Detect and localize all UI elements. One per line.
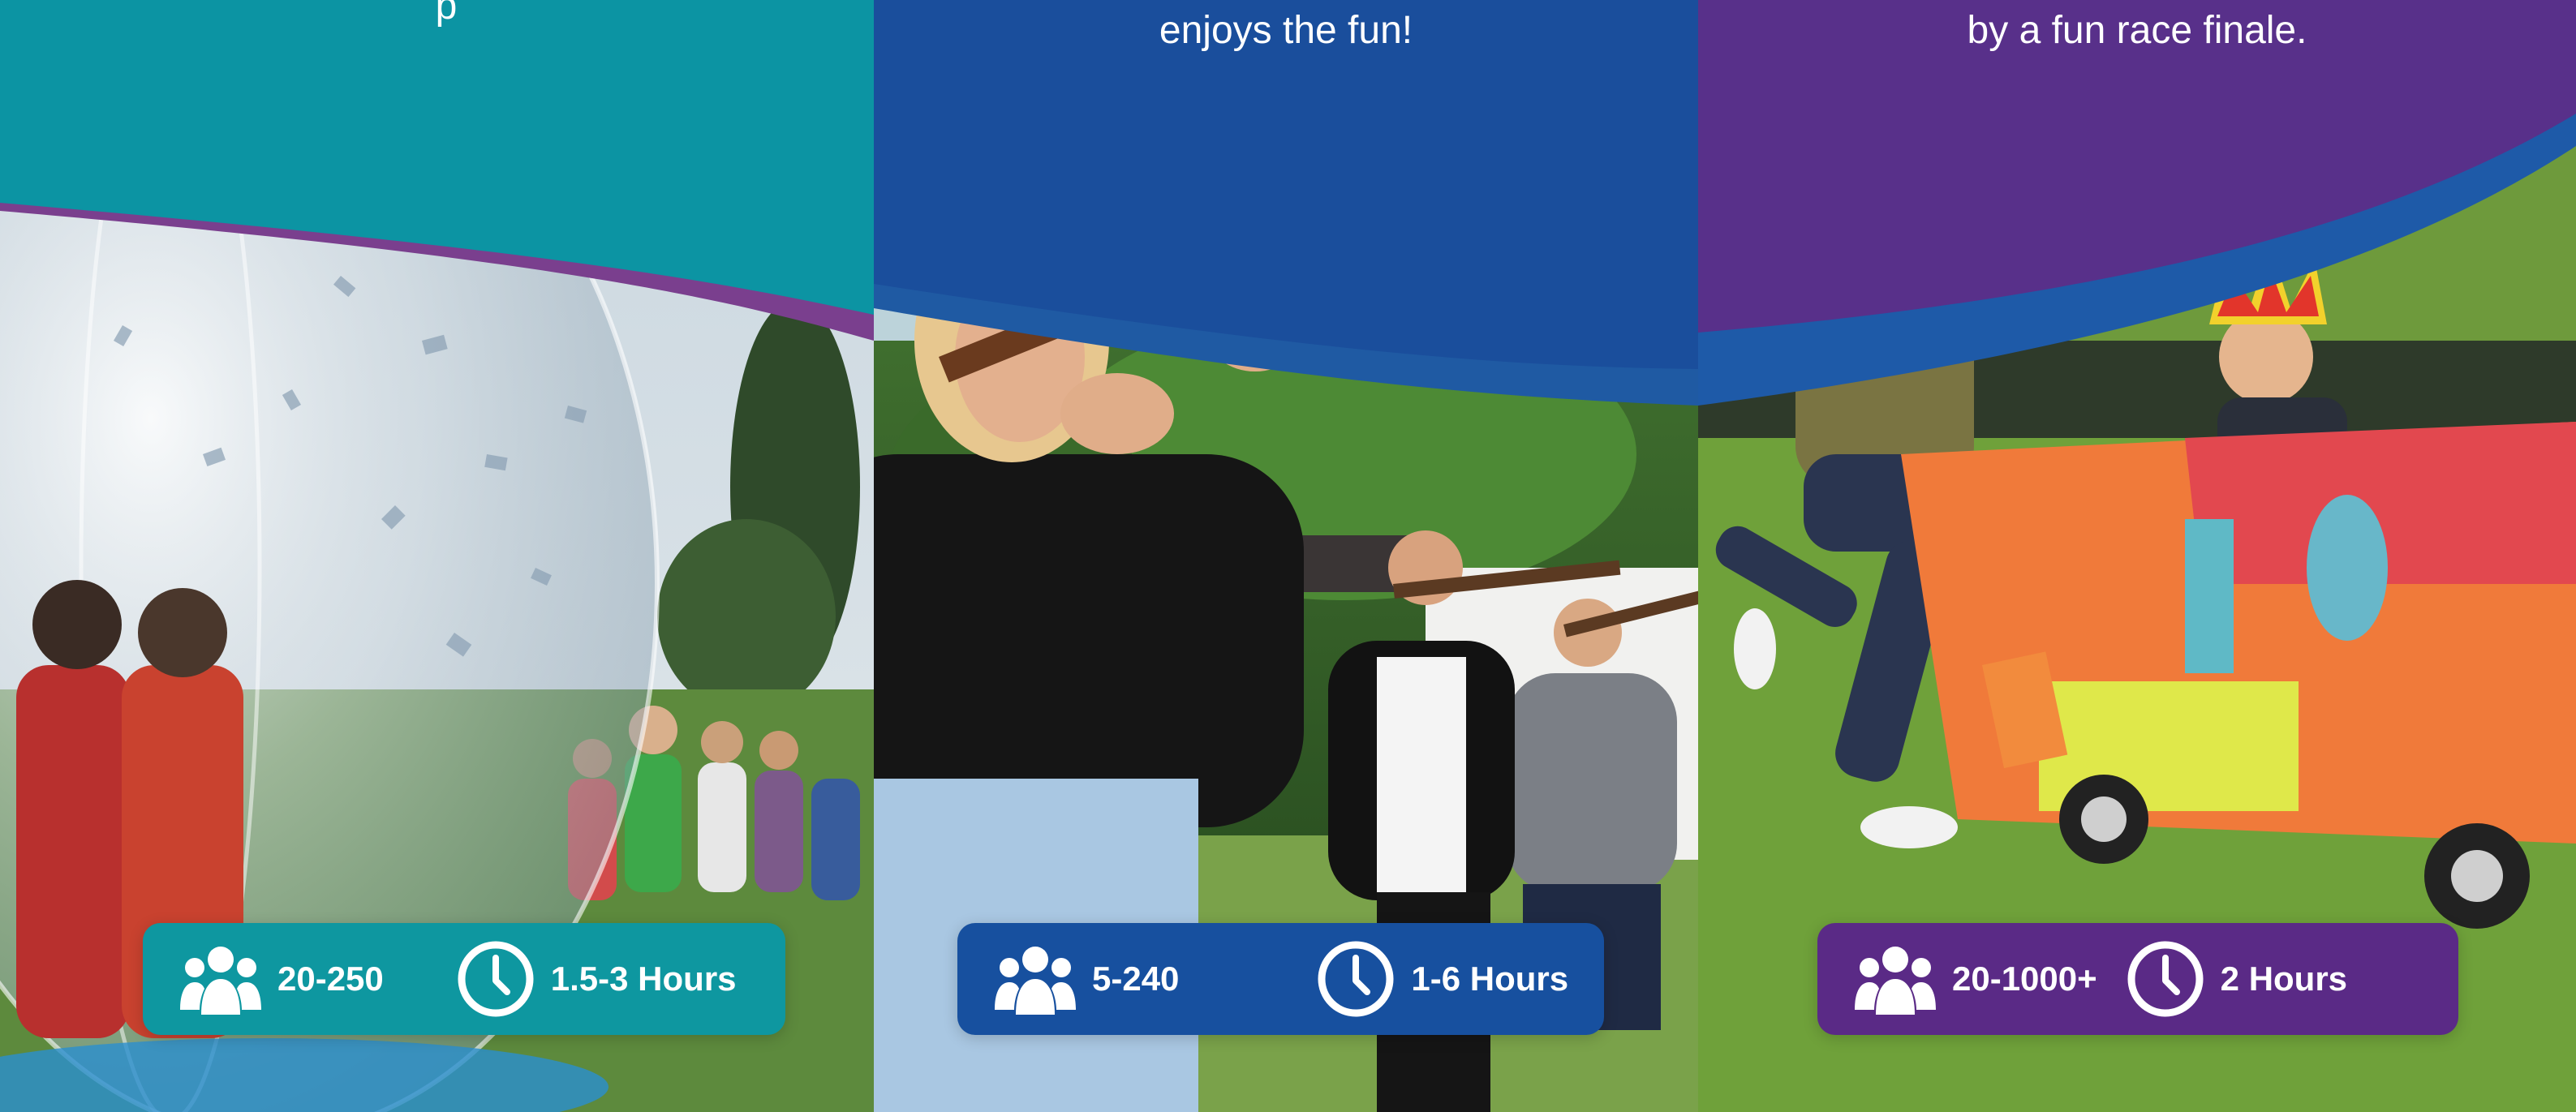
group-size-stat: 20-1000+ (1817, 940, 2097, 1018)
clock-icon (2125, 938, 2206, 1020)
group-icon (993, 940, 1077, 1018)
duration-stat: 1.5-3 Hours (455, 938, 737, 1020)
group-size-stat: 20-250 (143, 940, 384, 1018)
color-band-teal (0, 0, 874, 341)
clock-icon (1315, 938, 1396, 1020)
duration-value: 1.5-3 Hours (550, 960, 737, 998)
duration-stat: 2 Hours (2125, 938, 2347, 1020)
activity-stats-bar: 5-240 1-6 Hours (957, 923, 1604, 1035)
duration-stat: 1-6 Hours (1315, 938, 1568, 1020)
clock-icon (455, 938, 536, 1020)
activity-tagline: enjoys the fun! (1159, 9, 1413, 52)
activity-card-cart-race[interactable]: by a fun race finale. 20-1000+ 2 Hours (1698, 0, 2576, 1112)
duration-value: 1-6 Hours (1411, 960, 1569, 998)
activity-stats-bar: 20-250 1.5-3 Hours (143, 923, 785, 1035)
group-size-stat: 5-240 (957, 940, 1179, 1018)
color-band-blue (874, 0, 1698, 422)
group-icon (1853, 940, 1937, 1018)
group-size-value: 20-1000+ (1952, 960, 2097, 998)
duration-value: 2 Hours (2220, 960, 2348, 998)
activity-card-zorb[interactable]: p 20-250 1.5-3 Hours (0, 0, 874, 1112)
group-size-value: 5-240 (1092, 960, 1180, 998)
activity-tagline: by a fun race finale. (1967, 9, 2307, 52)
group-size-value: 20-250 (277, 960, 384, 998)
group-icon (178, 940, 263, 1018)
activity-stats-bar: 20-1000+ 2 Hours (1817, 923, 2458, 1035)
activity-tagline: p (435, 0, 458, 28)
activity-card-clay-shooting[interactable]: enjoys the fun! 5-240 1-6 Hours (874, 0, 1698, 1112)
color-band-purple (1698, 0, 2576, 422)
